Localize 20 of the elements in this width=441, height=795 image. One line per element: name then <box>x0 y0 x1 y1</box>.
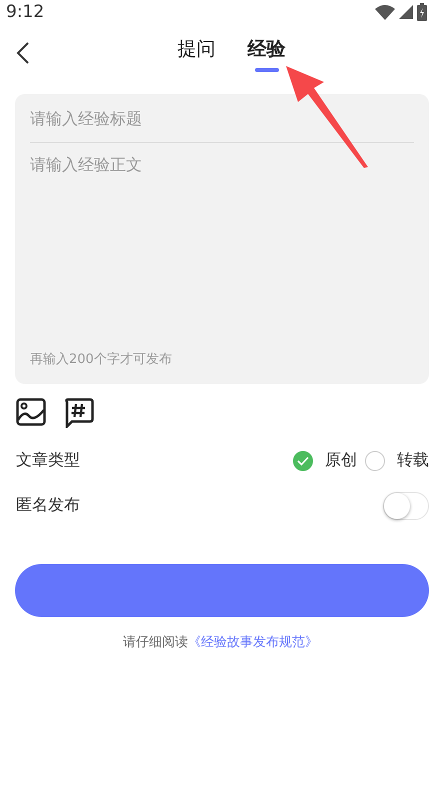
hashtag-icon[interactable] <box>64 398 94 428</box>
radio-option[interactable]: 原创 <box>293 450 357 471</box>
radio-option[interactable]: 转载 <box>365 450 429 471</box>
status-time: 9:12 <box>6 2 44 22</box>
body-field[interactable]: 请输入经验正文 <box>15 143 429 342</box>
image-icon[interactable] <box>16 398 46 426</box>
wifi-icon <box>375 4 395 20</box>
article-type-label: 文章类型 <box>16 450 80 471</box>
notice-text: 请仔细阅读 <box>123 635 188 650</box>
back-icon[interactable] <box>16 42 30 64</box>
tab[interactable]: 提问 <box>176 30 218 74</box>
submit-button[interactable] <box>15 564 429 617</box>
anonymous-label: 匿名发布 <box>16 495 80 516</box>
anonymous-switch[interactable] <box>383 492 429 520</box>
battery-icon <box>417 3 427 21</box>
char-counter: 再输入200个字才可发布 <box>15 342 429 384</box>
tab[interactable]: 经验 <box>246 30 288 74</box>
title-field[interactable]: 请输入经验标题 <box>15 94 429 143</box>
signal-icon <box>399 5 413 19</box>
guidelines-link[interactable]: 《经验故事发布规范》 <box>188 635 318 650</box>
